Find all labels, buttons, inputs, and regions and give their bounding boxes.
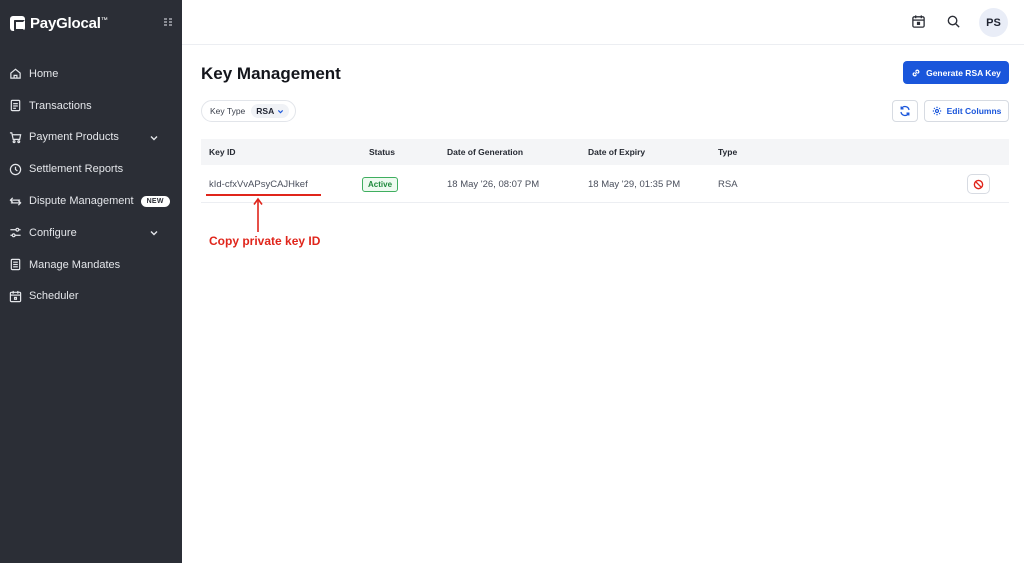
refresh-icon bbox=[900, 105, 910, 117]
sidebar: PayGlocal™ Home Transactions Payment Pro… bbox=[0, 0, 182, 563]
type-cell: RSA bbox=[718, 179, 738, 190]
sidebar-item-transactions[interactable]: Transactions bbox=[0, 90, 182, 122]
sidebar-item-label: Payment Products bbox=[29, 131, 119, 144]
generate-rsa-key-button[interactable]: Generate RSA Key bbox=[903, 61, 1009, 84]
edit-columns-label: Edit Columns bbox=[946, 106, 1002, 116]
column-header-date-of-generation: Date of Generation bbox=[447, 147, 524, 157]
calendar-icon[interactable] bbox=[911, 14, 926, 29]
sidebar-item-label: Dispute Management bbox=[29, 195, 134, 208]
sidebar-item-payment-products[interactable]: Payment Products bbox=[0, 122, 182, 154]
sidebar-item-label: Scheduler bbox=[29, 290, 79, 303]
receipt-icon bbox=[10, 99, 21, 112]
revoke-key-button[interactable] bbox=[967, 174, 990, 194]
sidebar-item-configure[interactable]: Configure bbox=[0, 217, 182, 249]
annotation-underline bbox=[206, 194, 321, 196]
document-icon bbox=[10, 258, 21, 271]
chevron-down-icon[interactable] bbox=[149, 133, 159, 143]
link-icon bbox=[912, 69, 920, 76]
sidebar-nav: Home Transactions Payment Products Settl… bbox=[0, 58, 182, 312]
sidebar-item-label: Home bbox=[29, 67, 59, 80]
search-icon[interactable] bbox=[946, 14, 961, 29]
annotation-label: Copy private key ID bbox=[209, 234, 321, 248]
generate-button-label: Generate RSA Key bbox=[926, 67, 1001, 78]
table-header: Key ID Status Date of Generation Date of… bbox=[201, 139, 1009, 165]
expiry-date-cell: 18 May '29, 01:35 PM bbox=[588, 179, 681, 190]
clock-icon bbox=[9, 163, 22, 175]
edit-columns-button[interactable]: Edit Columns bbox=[924, 100, 1009, 122]
sidebar-item-home[interactable]: Home bbox=[0, 58, 182, 90]
top-bar: PS bbox=[182, 0, 1024, 45]
status-badge: Active bbox=[362, 177, 399, 192]
payglocal-logo-icon bbox=[10, 15, 25, 31]
calendar-icon bbox=[9, 290, 22, 303]
annotation-arrow-icon bbox=[253, 197, 263, 232]
sidebar-item-manage-mandates[interactable]: Manage Mandates bbox=[0, 249, 182, 281]
column-header-date-of-expiry: Date of Expiry bbox=[588, 147, 646, 157]
sliders-icon bbox=[10, 228, 21, 238]
table-row: kId-cfxVvAPsyCAJHkef Active 18 May '26, … bbox=[201, 165, 1009, 203]
filter-label: Key Type bbox=[210, 106, 246, 116]
column-header-status: Status bbox=[369, 147, 395, 157]
home-icon bbox=[10, 68, 21, 80]
user-avatar[interactable]: PS bbox=[979, 8, 1008, 37]
gear-icon bbox=[932, 106, 941, 116]
ban-icon bbox=[973, 179, 984, 189]
column-header-type: Type bbox=[718, 147, 738, 157]
sidebar-item-dispute-management[interactable]: Dispute Management NEW bbox=[0, 185, 182, 217]
sidebar-item-label: Manage Mandates bbox=[29, 258, 121, 271]
refresh-button[interactable] bbox=[892, 100, 918, 122]
key-type-filter[interactable]: Key Type RSA bbox=[201, 100, 296, 122]
sidebar-item-label: Settlement Reports bbox=[29, 163, 124, 176]
new-badge: NEW bbox=[140, 195, 170, 207]
column-header-key-id: Key ID bbox=[209, 147, 236, 157]
key-id-cell[interactable]: kId-cfxVvAPsyCAJHkef bbox=[209, 179, 308, 190]
brand-logo[interactable]: PayGlocal™ bbox=[10, 13, 175, 33]
filter-value-dropdown[interactable]: RSA bbox=[251, 104, 290, 118]
sidebar-item-settlement-reports[interactable]: Settlement Reports bbox=[0, 153, 182, 185]
sidebar-item-label: Transactions bbox=[29, 99, 92, 112]
cart-icon bbox=[9, 132, 22, 144]
page-title: Key Management bbox=[201, 64, 341, 83]
exchange-icon bbox=[9, 196, 22, 206]
chevron-down-icon[interactable] bbox=[149, 228, 159, 238]
brand-name: PayGlocal bbox=[30, 14, 101, 32]
generation-date-cell: 18 May '26, 08:07 PM bbox=[447, 179, 540, 190]
chevron-down-icon bbox=[278, 109, 284, 113]
sidebar-item-label: Configure bbox=[29, 226, 77, 239]
sidebar-item-scheduler[interactable]: Scheduler bbox=[0, 281, 182, 313]
collapse-sidebar-icon[interactable] bbox=[161, 15, 175, 29]
brand-trademark: ™ bbox=[100, 16, 108, 24]
filter-value: RSA bbox=[256, 106, 275, 116]
